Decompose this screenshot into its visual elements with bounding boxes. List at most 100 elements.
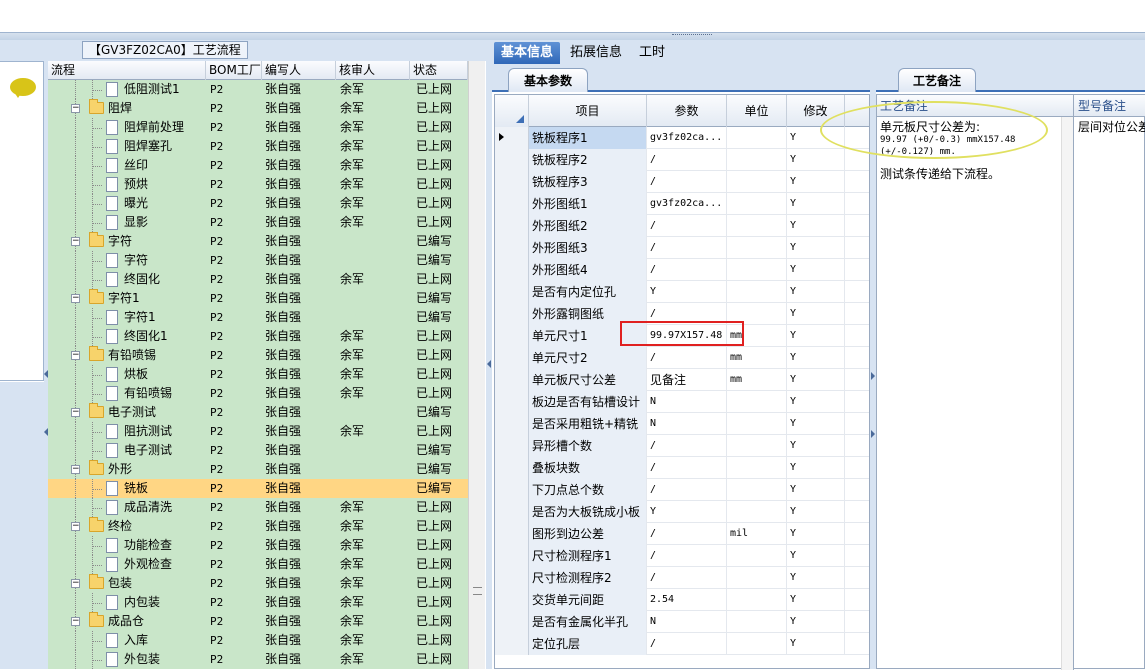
param-row[interactable]: 单元尺寸2/mm Y [495, 347, 869, 369]
tree-row[interactable]: 外包装 P2 张自强 余军 已上网 [48, 650, 468, 669]
collapse-icon[interactable]: − [71, 579, 80, 588]
param-row[interactable]: 是否采用粗铣+精铣 N Y [495, 413, 869, 435]
param-unit-cell[interactable] [727, 611, 787, 633]
param-row[interactable]: 尺寸检测程序1/ Y [495, 545, 869, 567]
row-header[interactable] [495, 193, 529, 215]
tree-row[interactable]: 内包装 P2 张自强 余军 已上网 [48, 593, 468, 612]
col-header-status[interactable]: 状态 [410, 61, 468, 80]
col-header-bom[interactable]: BOM工厂 [206, 61, 262, 80]
param-row[interactable]: 是否为大板铣成小板 Y Y [495, 501, 869, 523]
row-header[interactable] [495, 347, 529, 369]
col-header-writer[interactable]: 编写人 [262, 61, 336, 80]
collapse-icon[interactable]: − [71, 522, 80, 531]
param-modify-cell[interactable]: Y [787, 347, 845, 369]
param-item-cell[interactable]: 铣板程序2 [529, 149, 647, 171]
tab-process-remark[interactable]: 工艺备注 [898, 68, 976, 92]
param-item-cell[interactable]: 外形图纸2 [529, 215, 647, 237]
tab-basic-params[interactable]: 基本参数 [508, 68, 588, 92]
tree-row[interactable]: − 字符 P2 张自强 已编写 [48, 232, 468, 251]
param-unit-cell[interactable] [727, 545, 787, 567]
param-row[interactable]: 单元板尺寸公差 见备注 mm Y [495, 369, 869, 391]
param-modify-cell[interactable]: Y [787, 633, 845, 655]
param-value-cell[interactable]: Y [647, 501, 727, 523]
param-row[interactable]: 尺寸检测程序2/ Y [495, 567, 869, 589]
param-unit-cell[interactable] [727, 149, 787, 171]
tree-row[interactable]: 成品清洗 P2 张自强 余军 已上网 [48, 498, 468, 517]
tree-row[interactable]: 电子测试 P2 张自强 已编写 [48, 441, 468, 460]
row-header[interactable] [495, 369, 529, 391]
param-modify-cell[interactable]: Y [787, 193, 845, 215]
param-value-cell[interactable]: / [647, 457, 727, 479]
param-item-cell[interactable]: 外形图纸3 [529, 237, 647, 259]
param-item-cell[interactable]: 是否采用粗铣+精铣 [529, 413, 647, 435]
param-unit-cell[interactable]: mm [727, 347, 787, 369]
collapse-icon[interactable]: − [71, 465, 80, 474]
tree-row[interactable]: − 成品仓 P2 张自强 余军 已上网 [48, 612, 468, 631]
param-modify-cell[interactable]: Y [787, 567, 845, 589]
param-row[interactable]: 铣板程序2/ Y [495, 149, 869, 171]
param-row[interactable]: 定位孔层 / Y [495, 633, 869, 655]
param-modify-cell[interactable]: Y [787, 501, 845, 523]
param-modify-cell[interactable]: Y [787, 413, 845, 435]
param-row[interactable]: 外形图纸2/ Y [495, 215, 869, 237]
param-value-cell[interactable]: / [647, 237, 727, 259]
param-value-cell[interactable]: / [647, 545, 727, 567]
tree-row[interactable]: 字符 P2 张自强 已编写 [48, 251, 468, 270]
param-value-cell[interactable]: / [647, 523, 727, 545]
param-modify-cell[interactable]: Y [787, 391, 845, 413]
param-modify-cell[interactable]: Y [787, 259, 845, 281]
tree-row[interactable]: − 字符1 P2 张自强 已编写 [48, 289, 468, 308]
param-unit-cell[interactable]: mil [727, 523, 787, 545]
tree-row[interactable]: 低阻测试1 P2 张自强 余军 已上网 [48, 80, 468, 99]
top-splitter[interactable] [0, 32, 1145, 40]
param-unit-cell[interactable] [727, 171, 787, 193]
tree-row[interactable]: 预烘 P2 张自强 余军 已上网 [48, 175, 468, 194]
param-unit-cell[interactable]: mm [727, 369, 787, 391]
param-row[interactable]: 外形图纸4/ Y [495, 259, 869, 281]
param-unit-cell[interactable] [727, 479, 787, 501]
remark-scrollbar[interactable] [1061, 117, 1073, 670]
param-unit-cell[interactable] [727, 457, 787, 479]
row-header[interactable] [495, 611, 529, 633]
param-modify-cell[interactable]: Y [787, 237, 845, 259]
tab-basic-info[interactable]: 基本信息 [494, 42, 561, 64]
param-modify-cell[interactable]: Y [787, 325, 845, 347]
param-value-cell[interactable]: / [647, 567, 727, 589]
param-modify-cell[interactable]: Y [787, 215, 845, 237]
col-header-process[interactable]: 流程 [48, 61, 206, 80]
collapse-icon[interactable]: − [71, 104, 80, 113]
param-row[interactable]: 叠板块数 / Y [495, 457, 869, 479]
param-value-cell[interactable]: N [647, 391, 727, 413]
param-item-cell[interactable]: 铣板程序1 [529, 127, 647, 149]
tree-row[interactable]: 曝光 P2 张自强 余军 已上网 [48, 194, 468, 213]
tab-extended-info[interactable]: 拓展信息 [563, 42, 629, 64]
tree-row[interactable]: 丝印 P2 张自强 余军 已上网 [48, 156, 468, 175]
splitter-grip[interactable] [672, 34, 712, 37]
chat-bubble-icon[interactable] [10, 78, 36, 98]
param-row[interactable]: 是否有金属化半孔 N Y [495, 611, 869, 633]
param-unit-cell[interactable] [727, 501, 787, 523]
row-header[interactable] [495, 501, 529, 523]
tree-row[interactable]: 阻焊塞孔 P2 张自强 余军 已上网 [48, 137, 468, 156]
param-value-cell[interactable]: / [647, 347, 727, 369]
param-item-cell[interactable]: 下刀点总个数 [529, 479, 647, 501]
param-unit-cell[interactable] [727, 127, 787, 149]
param-item-cell[interactable]: 是否为大板铣成小板 [529, 501, 647, 523]
col-header-unit[interactable]: 单位 [727, 95, 787, 127]
row-header[interactable] [495, 567, 529, 589]
row-header[interactable] [495, 435, 529, 457]
tree-row[interactable]: − 包装 P2 张自强 余军 已上网 [48, 574, 468, 593]
param-item-cell[interactable]: 单元板尺寸公差 [529, 369, 647, 391]
param-unit-cell[interactable] [727, 589, 787, 611]
param-row[interactable]: 是否有内定位孔 Y Y [495, 281, 869, 303]
row-header[interactable] [495, 281, 529, 303]
collapse-right-arrow-icon[interactable] [871, 372, 875, 380]
param-unit-cell[interactable] [727, 215, 787, 237]
param-unit-cell[interactable] [727, 193, 787, 215]
param-value-cell[interactable]: N [647, 413, 727, 435]
param-modify-cell[interactable]: Y [787, 457, 845, 479]
param-unit-cell[interactable] [727, 435, 787, 457]
param-modify-cell[interactable]: Y [787, 303, 845, 325]
param-item-cell[interactable]: 尺寸检测程序1 [529, 545, 647, 567]
param-item-cell[interactable]: 是否有内定位孔 [529, 281, 647, 303]
